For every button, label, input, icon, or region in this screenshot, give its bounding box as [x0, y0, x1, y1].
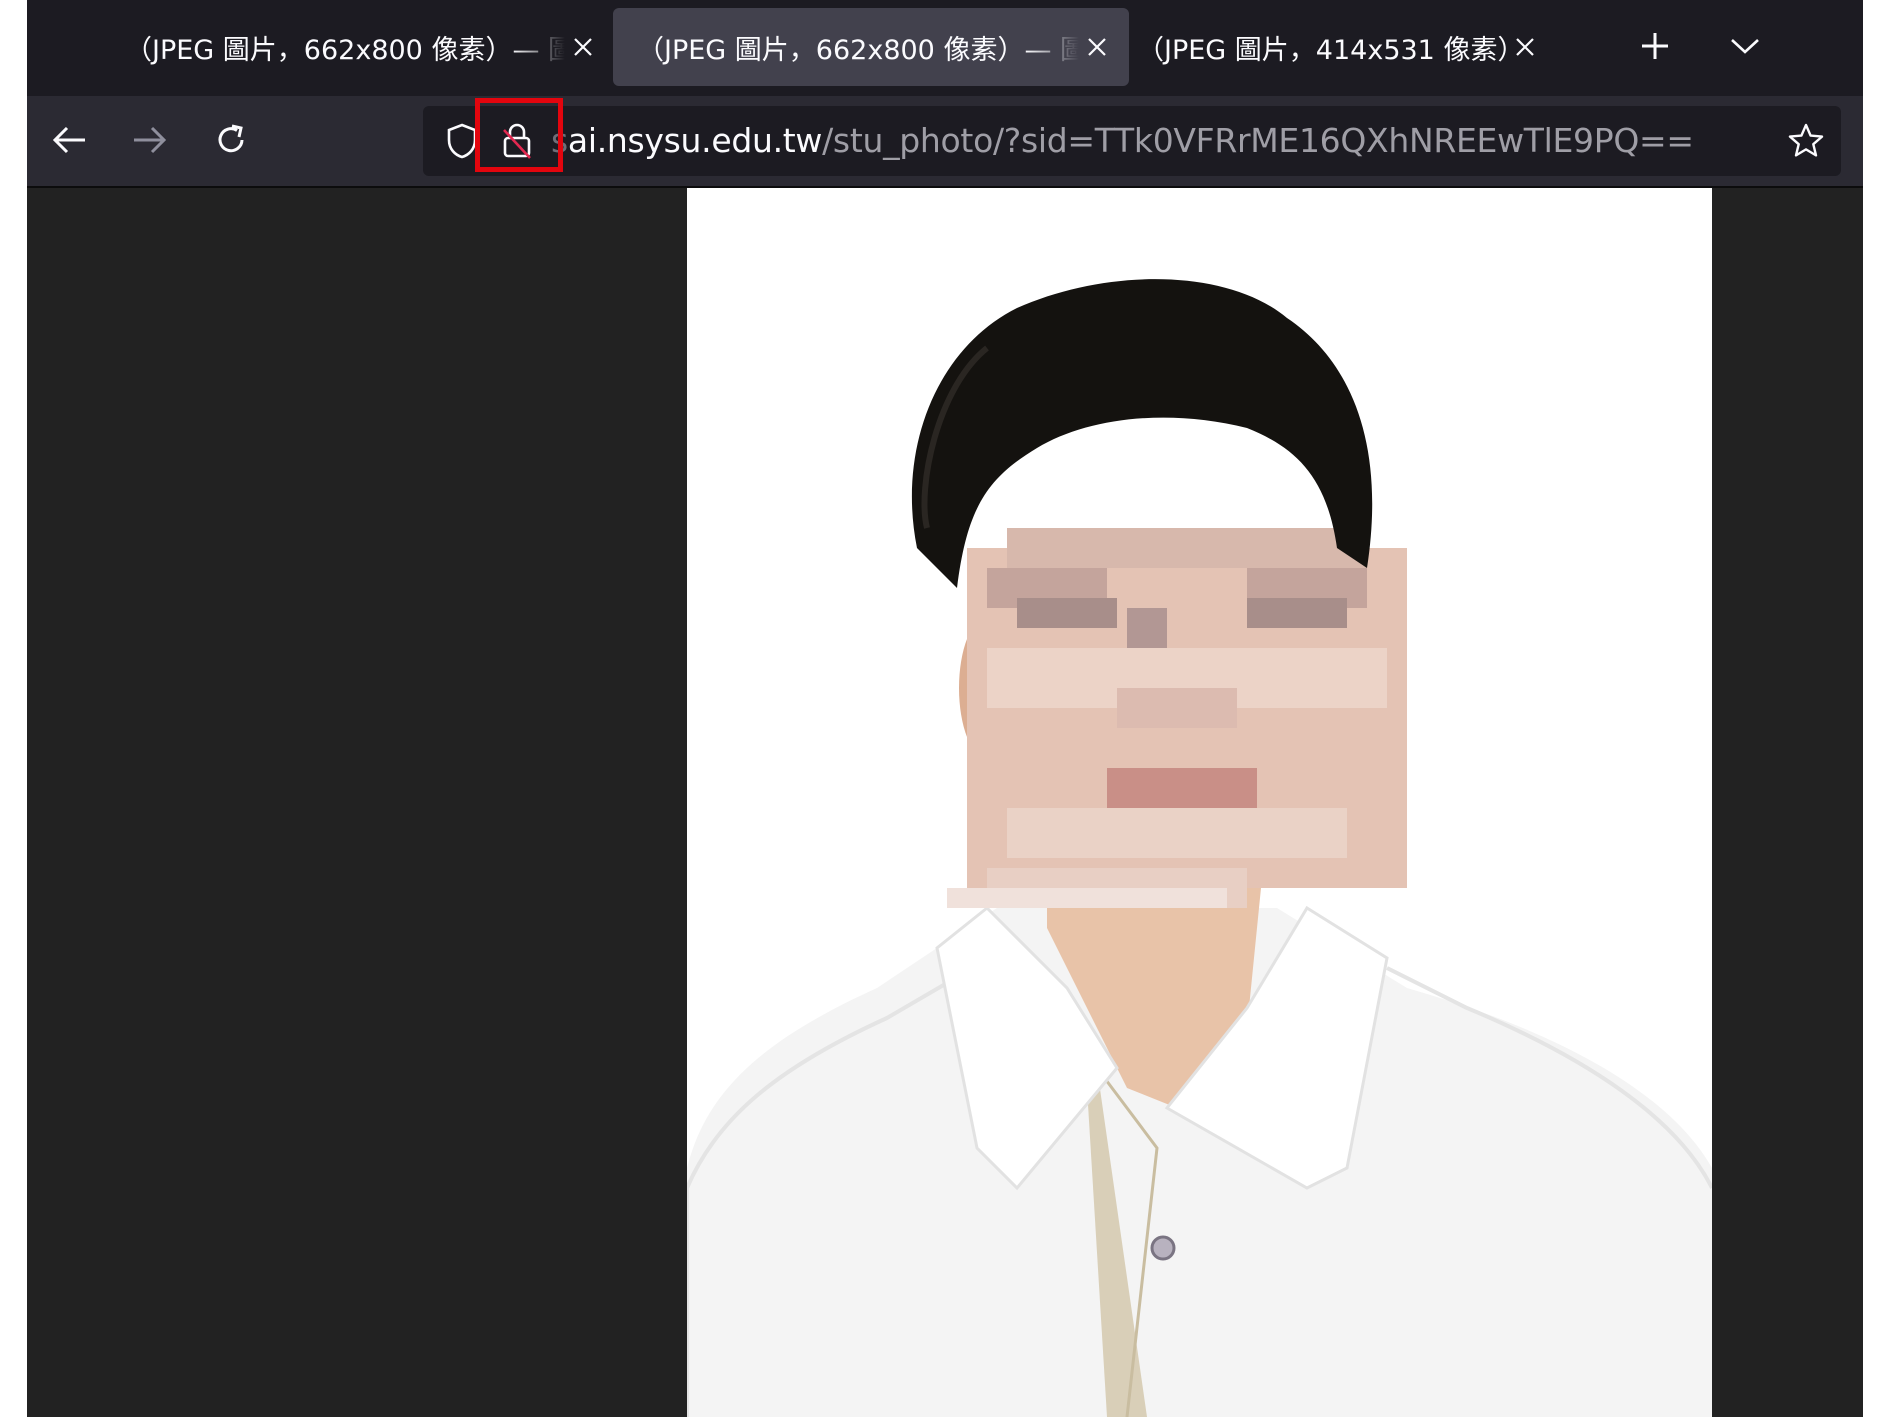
- forward-arrow-icon: [132, 125, 168, 159]
- back-arrow-icon: [51, 125, 87, 159]
- back-button[interactable]: [43, 116, 95, 168]
- star-icon[interactable]: [1785, 120, 1827, 162]
- tab-label: （JPEG 圖片，662x800 像素）— 圖: [637, 34, 1079, 66]
- close-icon[interactable]: [1507, 29, 1543, 65]
- tab-3[interactable]: （JPEG 圖片，414x531 像素）: [1137, 8, 1557, 86]
- url-host: ai.nsysu.edu.tw: [567, 121, 823, 160]
- tab-label: （JPEG 圖片，662x800 像素）— 圖: [125, 34, 565, 66]
- new-tab-button[interactable]: [1629, 22, 1681, 74]
- tab-1[interactable]: （JPEG 圖片，662x800 像素）— 圖: [125, 8, 615, 86]
- annotation-highlight-box: [475, 98, 563, 172]
- chevron-down-icon: [1730, 36, 1760, 60]
- image-viewer-content: [27, 188, 1863, 1417]
- close-icon[interactable]: [565, 29, 601, 65]
- url-path: /stu_photo/?sid=TTk0VFRrME16QXhNREEwTlE9…: [822, 121, 1694, 160]
- reload-icon: [213, 122, 249, 162]
- list-all-tabs-button[interactable]: [1719, 22, 1771, 74]
- navigation-toolbar: sai.nsysu.edu.tw/stu_photo/?sid=TTk0VFRr…: [27, 96, 1863, 188]
- tab-2[interactable]: （JPEG 圖片，662x800 像素）— 圖: [613, 8, 1129, 86]
- tab-label: （JPEG 圖片，414x531 像素）: [1137, 34, 1507, 66]
- url-bar[interactable]: sai.nsysu.edu.tw/stu_photo/?sid=TTk0VFRr…: [423, 106, 1841, 176]
- tab-strip: （JPEG 圖片，662x800 像素）— 圖 （JPEG 圖片，662x800…: [27, 0, 1863, 96]
- forward-button[interactable]: [124, 116, 176, 168]
- close-icon[interactable]: [1079, 29, 1115, 65]
- plus-icon: [1640, 31, 1670, 65]
- url-text[interactable]: sai.nsysu.edu.tw/stu_photo/?sid=TTk0VFRr…: [487, 106, 1694, 176]
- student-id-photo: [687, 188, 1712, 1417]
- reload-button[interactable]: [205, 116, 257, 168]
- browser-window: （JPEG 圖片，662x800 像素）— 圖 （JPEG 圖片，662x800…: [27, 0, 1863, 1417]
